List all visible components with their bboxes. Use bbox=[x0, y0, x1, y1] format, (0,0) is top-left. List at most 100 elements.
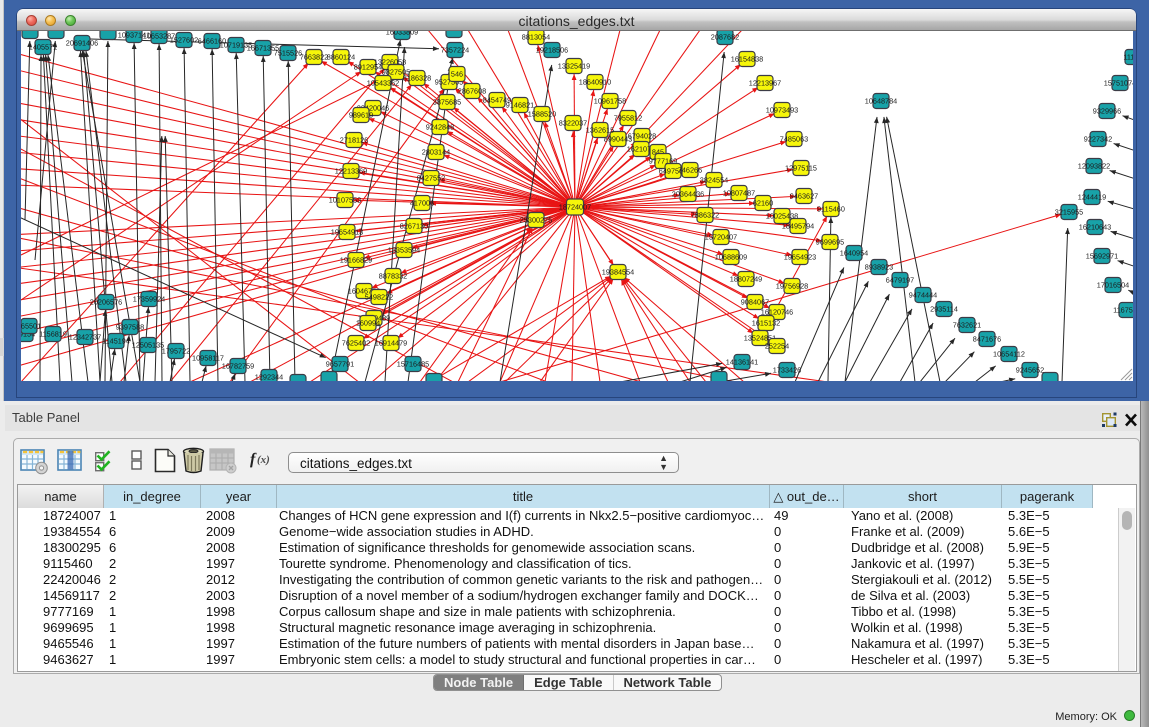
svg-text:7625402: 7625402 bbox=[342, 338, 370, 347]
svg-text:8878332: 8878332 bbox=[379, 271, 407, 280]
svg-text:12093822: 12093822 bbox=[1078, 161, 1110, 170]
svg-text:9329966: 9329966 bbox=[1093, 106, 1121, 115]
svg-text:9463627: 9463627 bbox=[790, 191, 818, 200]
svg-text:2867608: 2867608 bbox=[458, 86, 486, 95]
svg-text:6479197: 6479197 bbox=[886, 275, 914, 284]
svg-text:546: 546 bbox=[451, 69, 463, 78]
svg-text:9397588: 9397588 bbox=[116, 322, 144, 331]
svg-text:1733426: 1733426 bbox=[773, 365, 801, 374]
svg-text:12975115: 12975115 bbox=[785, 163, 817, 172]
svg-text:25300275: 25300275 bbox=[520, 215, 552, 224]
svg-text:10107553: 10107553 bbox=[329, 195, 361, 204]
svg-text:16033809: 16033809 bbox=[386, 31, 418, 36]
svg-text:10973493: 10973493 bbox=[766, 105, 798, 114]
svg-text:9115460: 9115460 bbox=[817, 204, 845, 213]
svg-text:9084067: 9084067 bbox=[741, 297, 769, 306]
svg-text:7955812: 7955812 bbox=[614, 113, 642, 122]
svg-text:160994: 160994 bbox=[356, 318, 380, 327]
svg-text:62160: 62160 bbox=[753, 198, 773, 207]
svg-text:7515526: 7515526 bbox=[274, 48, 302, 57]
svg-text:19218506: 19218506 bbox=[536, 45, 568, 54]
svg-text:6794028: 6794028 bbox=[628, 131, 656, 140]
svg-text:7485063: 7485063 bbox=[780, 134, 808, 143]
svg-text:12213369: 12213369 bbox=[335, 166, 367, 175]
svg-text:1795722: 1795722 bbox=[162, 346, 190, 355]
svg-text:1588520: 1588520 bbox=[528, 109, 556, 118]
svg-text:15720407: 15720407 bbox=[705, 232, 737, 241]
svg-text:746266: 746266 bbox=[678, 165, 702, 174]
svg-text:8938923: 8938923 bbox=[865, 262, 893, 271]
svg-text:19166829: 19166829 bbox=[340, 255, 372, 264]
svg-text:10654112: 10654112 bbox=[993, 349, 1025, 358]
svg-text:10958117: 10958117 bbox=[192, 353, 224, 362]
svg-text:15692971: 15692971 bbox=[1086, 251, 1118, 260]
svg-text:10807487: 10807487 bbox=[723, 188, 755, 197]
svg-text:13325419: 13325419 bbox=[558, 61, 590, 70]
svg-text:1244419: 1244419 bbox=[1078, 192, 1106, 201]
svg-text:9474444: 9474444 bbox=[909, 290, 937, 299]
svg-text:17016504: 17016504 bbox=[1097, 280, 1129, 289]
svg-text:3215955: 3215955 bbox=[1055, 207, 1083, 216]
svg-text:252254: 252254 bbox=[765, 341, 789, 350]
svg-text:1615132: 1615132 bbox=[752, 318, 780, 327]
svg-text:10688609: 10688609 bbox=[715, 252, 747, 261]
svg-text:3875685: 3875685 bbox=[433, 97, 461, 106]
svg-text:9242848: 9242848 bbox=[426, 122, 454, 131]
svg-text:16210643: 16210643 bbox=[1079, 222, 1111, 231]
svg-text:(x): (x) bbox=[257, 454, 270, 466]
svg-text:5498222: 5498222 bbox=[365, 292, 393, 301]
svg-text:2718126: 2718126 bbox=[340, 135, 368, 144]
svg-text:2935114: 2935114 bbox=[930, 304, 958, 313]
svg-text:1362615: 1362615 bbox=[586, 125, 614, 134]
svg-text:7663822: 7663822 bbox=[300, 52, 328, 61]
svg-text:10543362: 10543362 bbox=[367, 78, 399, 87]
svg-text:7886322: 7886322 bbox=[691, 210, 719, 219]
svg-text:9245652: 9245652 bbox=[1016, 365, 1044, 374]
svg-text:18807249: 18807249 bbox=[730, 274, 762, 283]
svg-text:12505135: 12505135 bbox=[132, 340, 164, 349]
svg-text:9146821: 9146821 bbox=[506, 100, 534, 109]
svg-text:8860124: 8860124 bbox=[327, 52, 355, 61]
svg-text:20206576: 20206576 bbox=[90, 297, 122, 306]
svg-text:16782759: 16782759 bbox=[222, 361, 254, 370]
svg-text:14136141: 14136141 bbox=[726, 357, 758, 366]
svg-text:20691406: 20691406 bbox=[66, 38, 98, 47]
svg-text:19756928: 19756928 bbox=[776, 281, 808, 290]
svg-text:8427552: 8427552 bbox=[417, 173, 445, 182]
svg-text:12342737: 12342737 bbox=[69, 332, 101, 341]
svg-text:16154838: 16154838 bbox=[731, 54, 763, 63]
svg-text:417006: 417006 bbox=[410, 198, 434, 207]
svg-text:18495794: 18495794 bbox=[782, 221, 814, 230]
svg-text:7357224: 7357224 bbox=[441, 45, 469, 54]
svg-text:8267130: 8267130 bbox=[400, 221, 428, 230]
svg-text:2803144: 2803144 bbox=[422, 147, 450, 156]
svg-text:19384554: 19384554 bbox=[602, 267, 634, 276]
svg-text:19654923: 19654923 bbox=[784, 252, 816, 261]
svg-text:13353594: 13353594 bbox=[388, 245, 420, 254]
svg-text:9699695: 9699695 bbox=[816, 237, 844, 246]
svg-text:989619: 989619 bbox=[349, 110, 373, 119]
svg-text:18640910: 18640910 bbox=[579, 77, 611, 86]
svg-text:15716485: 15716485 bbox=[397, 359, 429, 368]
svg-text:18724007: 18724007 bbox=[559, 202, 591, 211]
svg-text:16914479: 16914479 bbox=[375, 338, 407, 347]
svg-text:10961758: 10961758 bbox=[594, 96, 626, 105]
svg-text:3824554: 3824554 bbox=[700, 175, 728, 184]
svg-text:10648784: 10648784 bbox=[865, 96, 897, 105]
svg-text:8471676: 8471676 bbox=[973, 334, 1001, 343]
svg-text:9657791: 9657791 bbox=[326, 359, 354, 368]
svg-text:2087682: 2087682 bbox=[711, 32, 739, 41]
svg-text:7632621: 7632621 bbox=[953, 320, 981, 329]
svg-text:20364436: 20364436 bbox=[672, 189, 704, 198]
svg-text:1405571: 1405571 bbox=[29, 42, 57, 51]
svg-text:1167533: 1167533 bbox=[1113, 305, 1133, 314]
svg-text:12213967: 12213967 bbox=[749, 78, 781, 87]
svg-text:f: f bbox=[250, 451, 257, 468]
svg-text:8813054: 8813054 bbox=[522, 32, 550, 41]
svg-text:1640954: 1640954 bbox=[840, 248, 868, 257]
svg-text:1145194: 1145194 bbox=[102, 336, 130, 345]
svg-text:17359924: 17359924 bbox=[133, 294, 165, 303]
svg-text:15751074: 15751074 bbox=[1104, 78, 1133, 87]
svg-text:1292344: 1292344 bbox=[255, 372, 283, 381]
svg-text:19654913: 19654913 bbox=[331, 227, 363, 236]
